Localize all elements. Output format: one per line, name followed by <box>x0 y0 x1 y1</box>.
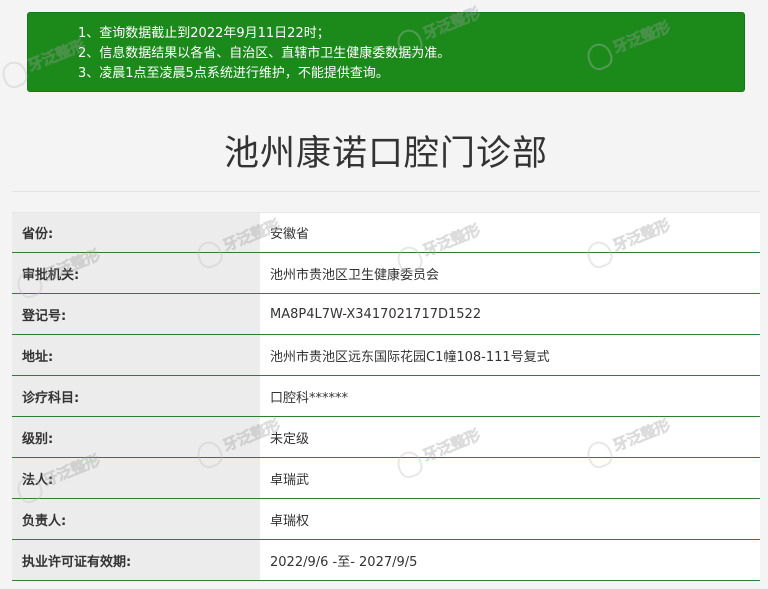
row-value: 未定级 <box>260 417 760 457</box>
table-row-level: 级别: 未定级 <box>12 417 760 458</box>
table-row-province: 省份: 安徽省 <box>12 212 760 253</box>
row-label: 诊疗科目: <box>12 376 260 416</box>
row-label: 执业许可证有效期: <box>12 540 260 580</box>
table-row-approval-authority: 审批机关: 池州市贵池区卫生健康委员会 <box>12 253 760 294</box>
row-value: 口腔科****** <box>260 376 760 416</box>
row-value: 安徽省 <box>260 213 760 252</box>
row-value: 池州市贵池区远东国际花园C1幢108-111号复式 <box>260 335 760 375</box>
table-row-person-in-charge: 负责人: 卓瑞权 <box>12 499 760 540</box>
row-label: 审批机关: <box>12 253 260 293</box>
table-row-address: 地址: 池州市贵池区远东国际花园C1幢108-111号复式 <box>12 335 760 376</box>
row-value: 2022/9/6 -至- 2027/9/5 <box>260 540 760 580</box>
row-label: 地址: <box>12 335 260 375</box>
row-value: 池州市贵池区卫生健康委员会 <box>260 253 760 293</box>
notice-line-3: 3、凌晨1点至凌晨5点系统进行维护，不能提供查询。 <box>78 66 389 81</box>
row-label: 级别: <box>12 417 260 457</box>
row-label: 法人: <box>12 458 260 498</box>
table-row-registration-number: 登记号: MA8P4L7W-X3417021717D1522 <box>12 294 760 335</box>
table-row-departments: 诊疗科目: 口腔科****** <box>12 376 760 417</box>
title-area: 池州康诺口腔门诊部 <box>12 92 760 192</box>
row-value: MA8P4L7W-X3417021717D1522 <box>260 294 760 334</box>
info-table: 省份: 安徽省 审批机关: 池州市贵池区卫生健康委员会 登记号: MA8P4L7… <box>12 212 760 581</box>
row-label: 登记号: <box>12 294 260 334</box>
row-label: 省份: <box>12 213 260 252</box>
row-value: 卓瑞武 <box>260 458 760 498</box>
notice-line-2: 2、信息数据结果以各省、自治区、直辖市卫生健康委数据为准。 <box>78 46 451 61</box>
table-row-license-validity: 执业许可证有效期: 2022/9/6 -至- 2027/9/5 <box>12 540 760 581</box>
row-value: 卓瑞权 <box>260 499 760 539</box>
table-row-legal-person: 法人: 卓瑞武 <box>12 458 760 499</box>
notice-line-1: 1、查询数据截止到2022年9月11日22时； <box>78 26 330 41</box>
notice-banner: 1、查询数据截止到2022年9月11日22时； 2、信息数据结果以各省、自治区、… <box>27 12 745 92</box>
row-label: 负责人: <box>12 499 260 539</box>
page-title: 池州康诺口腔门诊部 <box>223 134 548 174</box>
